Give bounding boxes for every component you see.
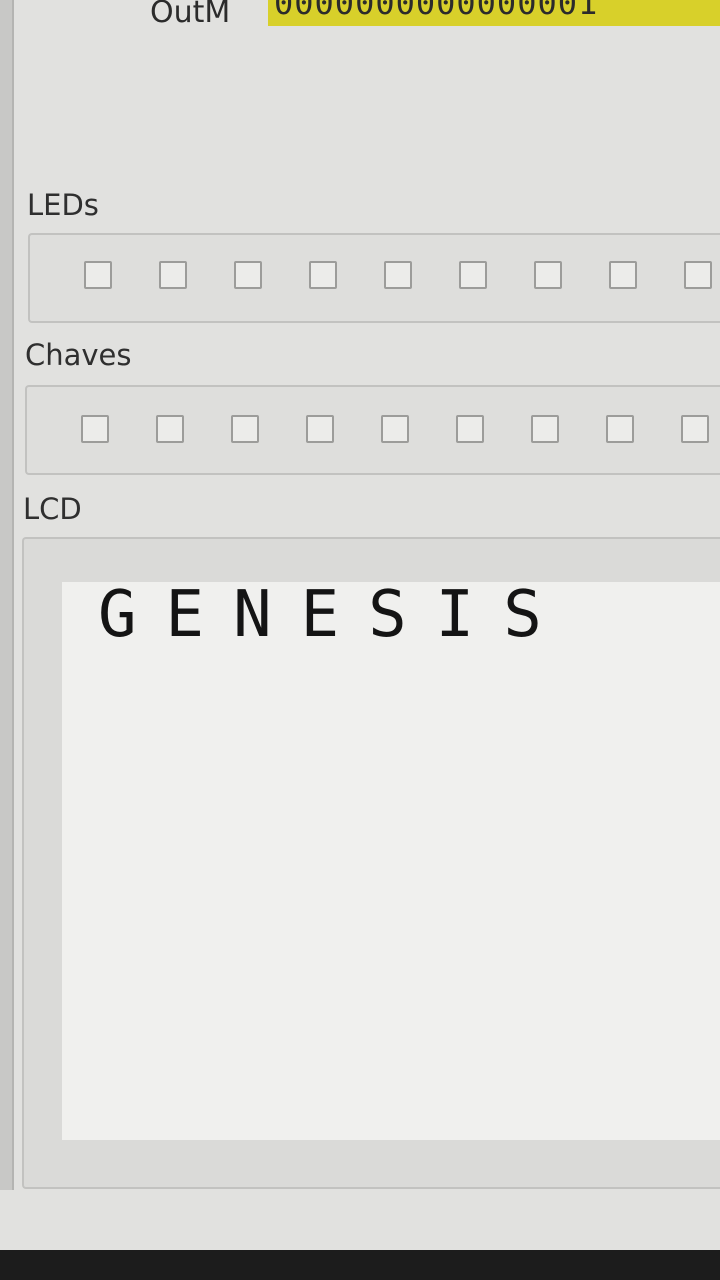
led-8	[684, 261, 712, 289]
window-left-border	[0, 0, 14, 1190]
led-5	[459, 261, 487, 289]
switch-7[interactable]	[606, 415, 634, 443]
led-6	[534, 261, 562, 289]
chaves-group-title: Chaves	[25, 338, 132, 372]
outm-row: OutM	[150, 0, 242, 26]
lcd-group-title: LCD	[23, 492, 82, 526]
outm-label: OutM	[150, 0, 231, 26]
lcd-screen: GENESIS	[62, 578, 720, 1140]
monitor-bezel	[0, 1250, 720, 1280]
led-7	[609, 261, 637, 289]
led-1	[159, 261, 187, 289]
leds-groupbox	[28, 233, 720, 323]
main-window: OutM 0000000000000001 LEDs Chaves LCD GE…	[0, 0, 720, 1250]
switch-5[interactable]	[456, 415, 484, 443]
switch-8[interactable]	[681, 415, 709, 443]
switch-2[interactable]	[231, 415, 259, 443]
switch-4[interactable]	[381, 415, 409, 443]
leds-group-title: LEDs	[27, 188, 99, 222]
switch-6[interactable]	[531, 415, 559, 443]
led-0	[84, 261, 112, 289]
outm-value: 0000000000000001	[274, 0, 599, 22]
switch-1[interactable]	[156, 415, 184, 443]
chaves-groupbox	[25, 385, 720, 475]
led-4	[384, 261, 412, 289]
outm-field: 0000000000000001	[268, 0, 720, 26]
switch-3[interactable]	[306, 415, 334, 443]
led-3	[309, 261, 337, 289]
led-2	[234, 261, 262, 289]
switch-0[interactable]	[81, 415, 109, 443]
lcd-text: GENESIS	[98, 578, 571, 652]
